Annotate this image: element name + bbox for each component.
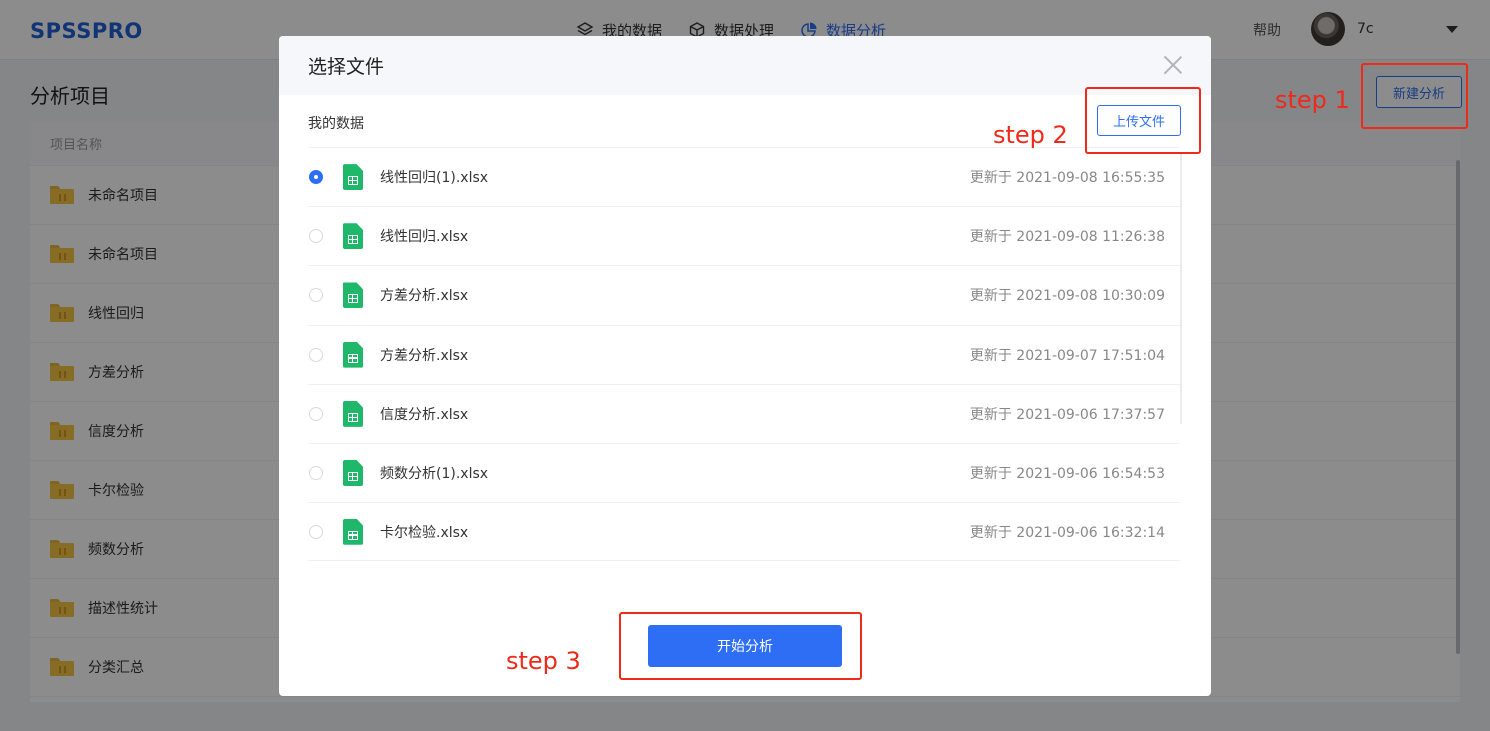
- radio-button[interactable]: [309, 466, 323, 481]
- file-updated: 更新于 2021-09-08 16:55:35: [969, 170, 1165, 187]
- spreadsheet-icon: [343, 223, 363, 250]
- list-item[interactable]: 线性回归.xlsx 更新于 2021-09-08 11:26:38: [308, 206, 1180, 265]
- spreadsheet-icon: [343, 341, 363, 368]
- list-scrollbar[interactable]: [1180, 152, 1182, 424]
- list-item[interactable]: 方差分析.xlsx 更新于 2021-09-07 17:51:04: [308, 324, 1180, 384]
- file-updated: 更新于 2021-09-08 10:30:09: [969, 288, 1165, 305]
- radio-button[interactable]: [309, 229, 323, 244]
- dialog-title: 选择文件: [308, 56, 385, 78]
- file-name: 频数分析(1).xlsx: [380, 466, 489, 483]
- radio-button[interactable]: [309, 406, 323, 421]
- file-list: 线性回归(1).xlsx 更新于 2021-09-08 16:55:35 线性回…: [308, 147, 1180, 562]
- spreadsheet-icon: [343, 400, 363, 427]
- step3-label: step 3: [506, 647, 581, 675]
- step1-highlight-box: [1361, 63, 1468, 129]
- dialog-header: 选择文件: [279, 36, 1211, 95]
- step2-label: step 2: [993, 121, 1068, 149]
- file-name: 方差分析.xlsx: [380, 288, 469, 305]
- radio-button[interactable]: [309, 170, 323, 185]
- file-name: 信度分析.xlsx: [380, 406, 469, 423]
- file-updated: 更新于 2021-09-06 16:32:14: [969, 524, 1165, 541]
- file-name: 卡尔检验.xlsx: [380, 524, 469, 541]
- list-item[interactable]: 频数分析(1).xlsx 更新于 2021-09-06 16:54:53: [308, 442, 1180, 502]
- select-file-dialog: 选择文件 我的数据 上传文件 线性回归(1).xlsx 更新于 2021-09-…: [279, 36, 1211, 696]
- spreadsheet-icon: [343, 164, 363, 191]
- file-updated: 更新于 2021-09-08 11:26:38: [969, 229, 1165, 246]
- spreadsheet-icon: [343, 460, 363, 487]
- step1-label: step 1: [1275, 86, 1350, 114]
- file-name: 线性回归.xlsx: [380, 229, 469, 246]
- step3-highlight-box: [619, 612, 862, 680]
- file-updated: 更新于 2021-09-06 16:54:53: [969, 466, 1165, 483]
- file-name: 方差分析.xlsx: [380, 347, 469, 364]
- file-updated: 更新于 2021-09-06 17:37:57: [969, 406, 1165, 423]
- radio-button[interactable]: [309, 288, 323, 303]
- spreadsheet-icon: [343, 282, 363, 309]
- list-item[interactable]: 信度分析.xlsx 更新于 2021-09-06 17:37:57: [308, 383, 1180, 443]
- file-name: 线性回归(1).xlsx: [380, 170, 489, 187]
- step2-highlight-box: [1085, 87, 1201, 154]
- list-item[interactable]: 卡尔检验.xlsx 更新于 2021-09-06 16:32:14: [308, 502, 1180, 562]
- file-updated: 更新于 2021-09-07 17:51:04: [969, 347, 1165, 364]
- radio-button[interactable]: [309, 347, 323, 362]
- spreadsheet-icon: [343, 518, 363, 545]
- section-label: 我的数据: [308, 116, 364, 132]
- list-item[interactable]: 线性回归(1).xlsx 更新于 2021-09-08 16:55:35: [308, 147, 1180, 206]
- close-icon[interactable]: [1163, 55, 1183, 75]
- radio-button[interactable]: [309, 524, 323, 539]
- list-item[interactable]: 方差分析.xlsx 更新于 2021-09-08 10:30:09: [308, 265, 1180, 324]
